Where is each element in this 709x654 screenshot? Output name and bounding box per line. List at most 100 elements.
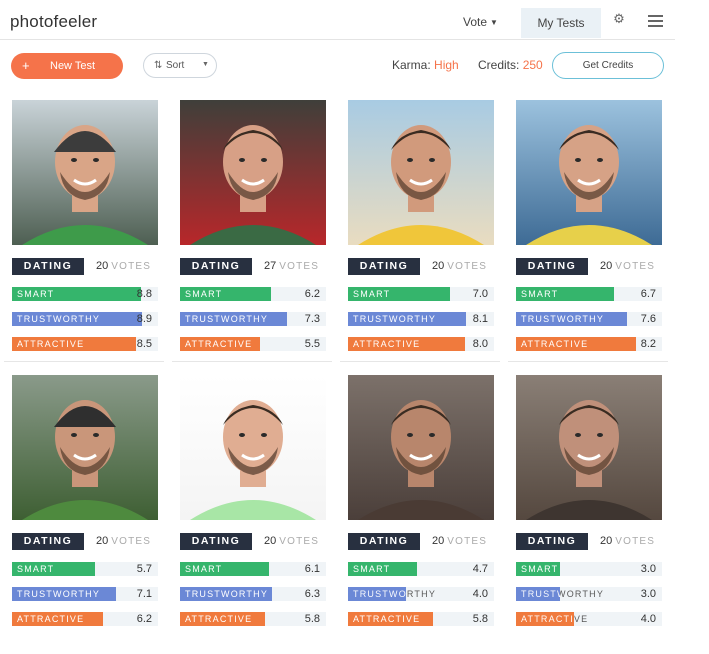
metric-attractive: ATTRACTIVE 6.2 — [12, 612, 158, 626]
metric-trustworthy-label: TRUSTWORTHY — [521, 314, 605, 324]
new-test-label: New Test — [50, 60, 96, 72]
category-badge: DATING — [180, 258, 252, 275]
test-photo[interactable] — [12, 375, 158, 520]
vote-count-word: VOTES — [279, 261, 320, 272]
metric-trustworthy-value: 7.3 — [304, 313, 320, 325]
metric-attractive-label: ATTRACTIVE — [17, 339, 85, 349]
metric-smart-value: 6.2 — [304, 288, 320, 300]
metric-attractive-value: 8.0 — [472, 338, 488, 350]
category-badge: DATING — [180, 533, 252, 550]
row-divider — [340, 361, 500, 362]
metric-smart-value: 8.8 — [136, 288, 152, 300]
nav-vote-dropdown[interactable]: Vote ▼ — [463, 15, 498, 29]
vote-count-word: VOTES — [279, 536, 320, 547]
sort-dropdown[interactable]: ⇅ Sort ▼ — [143, 53, 217, 78]
new-test-button[interactable]: + New Test — [11, 53, 123, 79]
test-photo[interactable] — [180, 100, 326, 245]
metric-attractive-value: 8.2 — [640, 338, 656, 350]
metric-smart-value: 6.1 — [304, 563, 320, 575]
metric-smart: SMART 6.7 — [516, 287, 662, 301]
category-badge: DATING — [516, 258, 588, 275]
metric-attractive: ATTRACTIVE 5.8 — [348, 612, 494, 626]
metric-smart-label: SMART — [17, 564, 55, 574]
metric-smart: SMART 7.0 — [348, 287, 494, 301]
vote-count: 20 VOTES — [432, 535, 487, 547]
metric-attractive-value: 8.5 — [136, 338, 152, 350]
category-badge: DATING — [12, 533, 84, 550]
metric-trustworthy-value: 7.1 — [136, 588, 152, 600]
metric-attractive-label: ATTRACTIVE — [521, 339, 589, 349]
hamburger-menu-icon[interactable] — [648, 15, 663, 27]
caret-down-icon: ▼ — [490, 18, 498, 27]
metric-trustworthy-label: TRUSTWORTHY — [17, 314, 101, 324]
nav-vote-label: Vote — [463, 15, 488, 29]
metric-attractive-label: ATTRACTIVE — [17, 614, 85, 624]
metric-smart-value: 4.7 — [472, 563, 488, 575]
nav-my-tests-tab[interactable]: My Tests — [521, 8, 601, 38]
test-photo[interactable] — [516, 375, 662, 520]
metric-trustworthy-label: TRUSTWORTHY — [353, 589, 437, 599]
metric-smart: SMART 6.2 — [180, 287, 326, 301]
plus-icon: + — [22, 58, 30, 73]
app-logo[interactable]: photofeeler — [10, 12, 97, 32]
vote-count-number: 20 — [600, 535, 613, 547]
karma-value: High — [434, 58, 459, 72]
metric-trustworthy: TRUSTWORTHY 7.3 — [180, 312, 326, 326]
metric-smart-label: SMART — [185, 289, 223, 299]
metric-attractive: ATTRACTIVE 4.0 — [516, 612, 662, 626]
karma-indicator: Karma: High — [392, 58, 459, 72]
metric-attractive: ATTRACTIVE 8.5 — [12, 337, 158, 351]
metric-trustworthy: TRUSTWORTHY 8.1 — [348, 312, 494, 326]
metric-trustworthy-value: 8.1 — [472, 313, 488, 325]
vote-count-word: VOTES — [111, 261, 152, 272]
vote-count: 20 VOTES — [600, 260, 655, 272]
metric-smart-label: SMART — [521, 289, 559, 299]
metric-trustworthy: TRUSTWORTHY 3.0 — [516, 587, 662, 601]
caret-down-icon: ▼ — [202, 61, 209, 68]
metric-smart-label: SMART — [521, 564, 559, 574]
vote-count: 20 VOTES — [96, 260, 151, 272]
metric-smart-value: 7.0 — [472, 288, 488, 300]
metric-trustworthy-label: TRUSTWORTHY — [185, 589, 269, 599]
test-photo[interactable] — [180, 375, 326, 520]
vote-count: 27 VOTES — [264, 260, 319, 272]
metric-smart: SMART 4.7 — [348, 562, 494, 576]
metric-attractive: ATTRACTIVE 5.8 — [180, 612, 326, 626]
metric-smart-value: 3.0 — [640, 563, 656, 575]
test-photo[interactable] — [348, 100, 494, 245]
metric-trustworthy-value: 7.6 — [640, 313, 656, 325]
metric-trustworthy-label: TRUSTWORTHY — [521, 589, 605, 599]
metric-smart: SMART 6.1 — [180, 562, 326, 576]
metric-smart: SMART 3.0 — [516, 562, 662, 576]
sort-icon: ⇅ — [154, 60, 163, 71]
metric-attractive-value: 4.0 — [640, 613, 656, 625]
metric-attractive-label: ATTRACTIVE — [353, 614, 421, 624]
metric-smart: SMART 8.8 — [12, 287, 158, 301]
metric-trustworthy-label: TRUSTWORTHY — [185, 314, 269, 324]
test-photo[interactable] — [516, 100, 662, 245]
row-divider — [172, 361, 332, 362]
metric-attractive-label: ATTRACTIVE — [521, 614, 589, 624]
metric-trustworthy-value: 6.3 — [304, 588, 320, 600]
vote-count-number: 20 — [264, 535, 277, 547]
row-divider — [508, 361, 668, 362]
test-photo[interactable] — [348, 375, 494, 520]
metric-trustworthy-value: 3.0 — [640, 588, 656, 600]
metric-attractive-value: 5.8 — [472, 613, 488, 625]
get-credits-button[interactable]: Get Credits — [552, 52, 664, 79]
credits-indicator: Credits: 250 — [478, 58, 543, 72]
metric-trustworthy-label: TRUSTWORTHY — [17, 589, 101, 599]
metric-smart: SMART 5.7 — [12, 562, 158, 576]
test-photo[interactable] — [12, 100, 158, 245]
metric-smart-label: SMART — [353, 564, 391, 574]
vote-count-word: VOTES — [111, 536, 152, 547]
vote-count: 20 VOTES — [600, 535, 655, 547]
vote-count-word: VOTES — [615, 261, 656, 272]
sort-label: Sort — [166, 60, 185, 71]
metric-trustworthy: TRUSTWORTHY 4.0 — [348, 587, 494, 601]
vote-count-number: 27 — [264, 260, 277, 272]
gear-icon[interactable]: ⚙ — [612, 12, 626, 26]
metric-attractive: ATTRACTIVE 8.0 — [348, 337, 494, 351]
top-nav: photofeeler Vote ▼ My Tests ⚙ — [0, 0, 675, 40]
metric-attractive: ATTRACTIVE 8.2 — [516, 337, 662, 351]
